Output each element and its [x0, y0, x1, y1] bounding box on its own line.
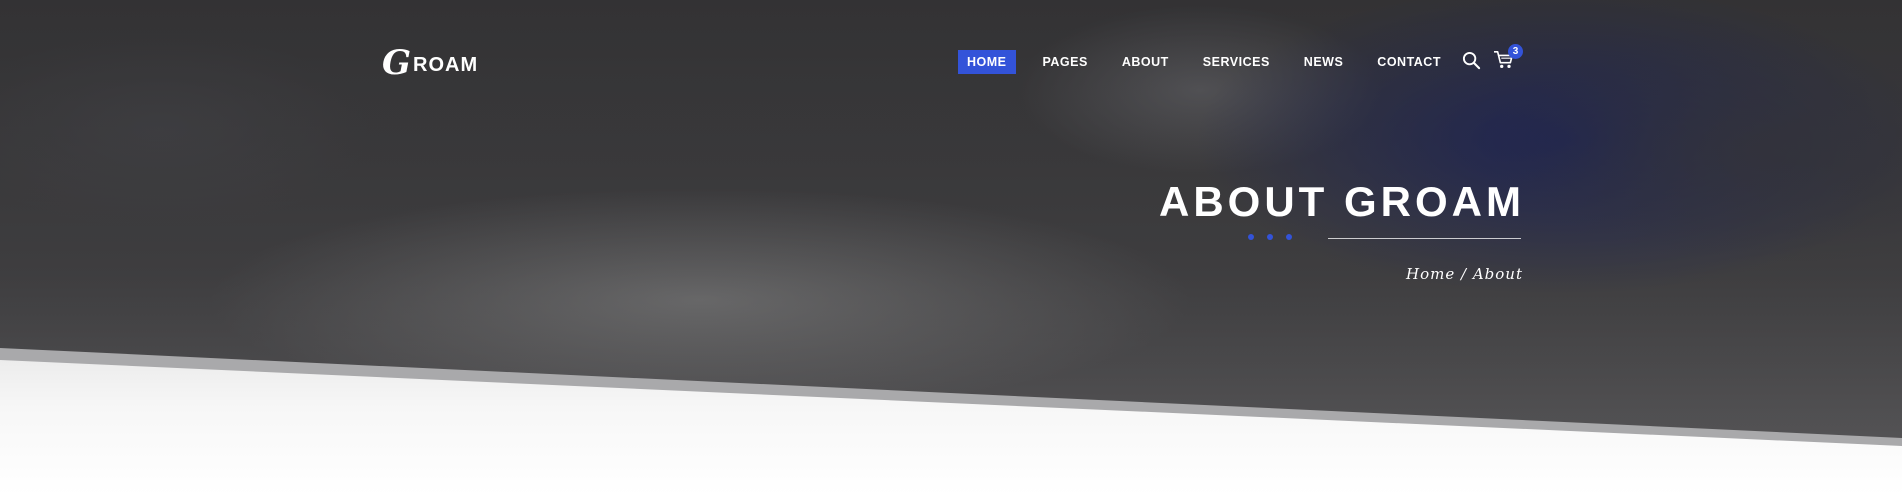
nav-item-about[interactable]: ABOUT	[1115, 50, 1176, 74]
logo-text: ROAM	[413, 53, 479, 76]
decor-dot	[1267, 234, 1273, 240]
nav-item-news[interactable]: NEWS	[1297, 50, 1351, 74]
hero-bottom-wedge	[0, 348, 1902, 495]
decor-dot	[1286, 234, 1292, 240]
cart-icon[interactable]: 3	[1493, 44, 1523, 75]
nav-item-pages[interactable]: PAGES	[1036, 50, 1095, 74]
breadcrumb[interactable]: Home / About	[1406, 265, 1523, 283]
cart-count-badge: 3	[1508, 44, 1523, 59]
decor-dot	[1248, 234, 1254, 240]
page-hero: G ROAM HOME PAGES ABOUT SERVICES NEWS CO…	[0, 0, 1902, 495]
brand-logo[interactable]: G ROAM	[382, 46, 478, 80]
nav-item-home[interactable]: HOME	[958, 50, 1016, 74]
title-dots-decoration	[1248, 234, 1292, 240]
logo-mark: G	[382, 43, 412, 83]
main-nav: HOME PAGES ABOUT SERVICES NEWS CONTACT	[958, 50, 1468, 74]
search-icon[interactable]	[1462, 51, 1481, 75]
title-underline	[1328, 238, 1521, 239]
page-title: ABOUT GROAM	[1159, 178, 1525, 225]
nav-icon-group: 3	[1462, 44, 1523, 75]
nav-item-contact[interactable]: CONTACT	[1370, 50, 1448, 74]
nav-item-services[interactable]: SERVICES	[1196, 50, 1277, 74]
